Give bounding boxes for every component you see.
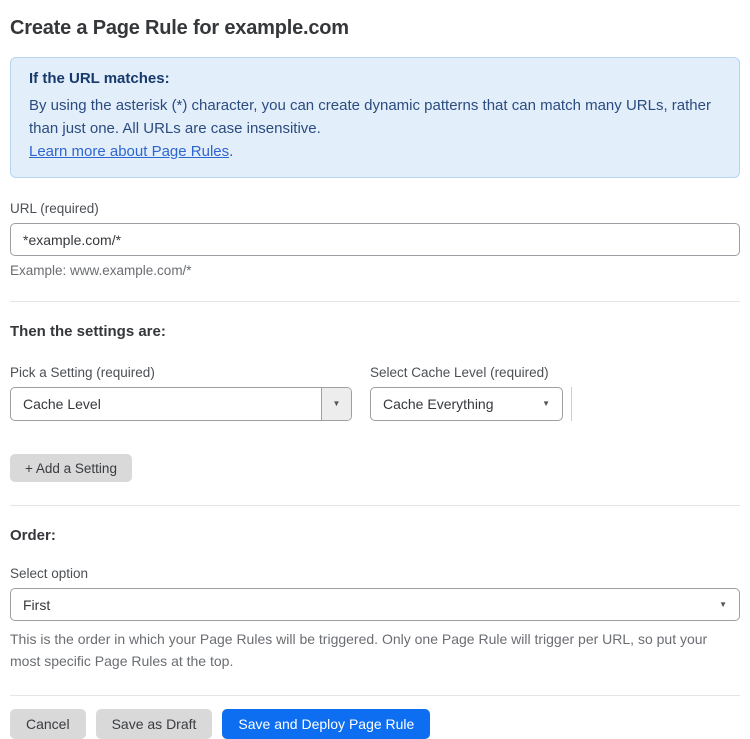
cache-level-picker-group: Select Cache Level (required) Cache Ever… bbox=[370, 365, 563, 421]
order-label: Select option bbox=[10, 566, 89, 581]
info-box-heading: If the URL matches: bbox=[29, 70, 170, 87]
info-box-body: By using the asterisk (*) character, you… bbox=[29, 97, 711, 137]
order-select-value: First bbox=[23, 596, 51, 613]
chevron-down-icon: ▼ bbox=[542, 399, 550, 408]
url-label: URL (required) bbox=[10, 201, 99, 216]
url-input[interactable] bbox=[10, 223, 740, 256]
page-title: Create a Page Rule for example.com bbox=[10, 17, 349, 39]
setting-picker-group: Pick a Setting (required) Cache Level ▼ bbox=[10, 365, 352, 421]
vertical-divider bbox=[571, 387, 572, 421]
chevron-down-icon: ▼ bbox=[321, 388, 351, 420]
link-period: . bbox=[229, 143, 234, 160]
cache-level-select-value: Cache Everything bbox=[383, 396, 494, 412]
action-buttons-row: Cancel Save as Draft Save and Deploy Pag… bbox=[10, 709, 740, 739]
cache-level-select[interactable]: Cache Everything ▼ bbox=[370, 387, 563, 421]
url-field-group: URL (required) Example: www.example.com/… bbox=[10, 201, 740, 278]
cache-level-label: Select Cache Level (required) bbox=[370, 365, 549, 380]
setting-select[interactable]: Cache Level ▼ bbox=[10, 387, 352, 421]
create-page-rule-form: Create a Page Rule for example.com If th… bbox=[0, 0, 750, 739]
settings-heading: Then the settings are: bbox=[10, 323, 166, 340]
divider bbox=[10, 301, 740, 302]
url-match-info-box: If the URL matches: By using the asteris… bbox=[10, 57, 740, 178]
order-select[interactable]: First ▼ bbox=[10, 588, 740, 621]
learn-more-link[interactable]: Learn more about Page Rules bbox=[29, 143, 229, 160]
chevron-down-glyph: ▼ bbox=[332, 399, 341, 408]
url-helper-text: Example: www.example.com/* bbox=[10, 263, 192, 278]
order-field-group: Select option First ▼ This is the order … bbox=[10, 566, 740, 672]
divider bbox=[10, 695, 740, 696]
info-box-link-line: Learn more about Page Rules. bbox=[29, 140, 721, 163]
add-setting-button[interactable]: + Add a Setting bbox=[10, 454, 132, 482]
setting-select-value: Cache Level bbox=[23, 396, 101, 412]
save-draft-button[interactable]: Save as Draft bbox=[95, 709, 213, 739]
pick-setting-label: Pick a Setting (required) bbox=[10, 365, 155, 380]
order-heading: Order: bbox=[10, 527, 56, 544]
cancel-button[interactable]: Cancel bbox=[10, 709, 86, 739]
chevron-down-icon: ▼ bbox=[719, 599, 727, 609]
divider bbox=[10, 505, 740, 506]
order-helper-text: This is the order in which your Page Rul… bbox=[10, 631, 708, 669]
settings-row: Pick a Setting (required) Cache Level ▼ … bbox=[10, 365, 740, 421]
save-deploy-button[interactable]: Save and Deploy Page Rule bbox=[222, 709, 431, 739]
